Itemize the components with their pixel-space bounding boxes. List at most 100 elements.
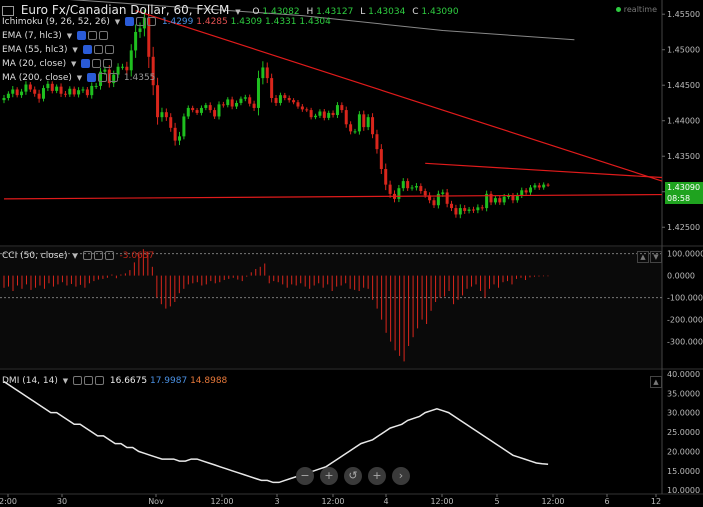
close-icon[interactable] bbox=[98, 31, 108, 40]
dmi-tick-label: 40.0000 bbox=[667, 370, 700, 379]
dropdown-icon[interactable]: ▼ bbox=[71, 60, 76, 68]
candle-body bbox=[287, 98, 291, 101]
visibility-icon[interactable] bbox=[82, 251, 92, 260]
candle-body bbox=[20, 91, 24, 96]
candle-body bbox=[441, 192, 445, 194]
visibility-icon[interactable] bbox=[81, 59, 91, 68]
dmi-tick-label: 20.0000 bbox=[667, 447, 700, 456]
candle-body bbox=[169, 117, 173, 128]
candle-body bbox=[72, 88, 76, 95]
symbol-dropdown-icon[interactable]: ▼ bbox=[235, 8, 240, 16]
visibility-icon[interactable] bbox=[76, 31, 86, 40]
ohlc-l-label: L bbox=[360, 7, 366, 17]
candle-body bbox=[129, 50, 133, 71]
candle-body bbox=[498, 198, 502, 203]
indicator-ichimoku[interactable]: Ichimoku (9, 26, 52, 26) ▼ 1.4299 1.4285… bbox=[2, 16, 331, 28]
candle-body bbox=[11, 89, 15, 94]
candle-body bbox=[292, 100, 296, 103]
dmi-tick-label: 15.0000 bbox=[667, 467, 700, 476]
dropdown-icon[interactable]: ▼ bbox=[77, 74, 82, 82]
candle-body bbox=[353, 131, 357, 133]
zoom-in-icon[interactable]: + bbox=[320, 467, 338, 485]
candle-body bbox=[283, 95, 287, 98]
candle-body bbox=[379, 149, 383, 170]
close-icon[interactable] bbox=[104, 45, 114, 54]
dmi-legend[interactable]: DMI (14, 14) ▼ 16.6675 17.9987 14.8988 bbox=[2, 375, 227, 387]
ichimoku-value-3: 1.4309 bbox=[230, 17, 263, 27]
trendline bbox=[425, 162, 663, 179]
candle-body bbox=[463, 208, 467, 211]
close-icon[interactable] bbox=[104, 251, 114, 260]
close-icon[interactable] bbox=[147, 17, 156, 26]
indicator-ma200[interactable]: MA (200, close) ▼ 1.4355 bbox=[2, 72, 155, 84]
dmi-tick-label: 35.0000 bbox=[667, 389, 700, 398]
dropdown-icon[interactable]: ▼ bbox=[115, 18, 120, 26]
dmi-tick-label: 30.0000 bbox=[667, 409, 700, 418]
pane-up-icon[interactable]: ▲ bbox=[650, 376, 662, 388]
candle-body bbox=[533, 185, 537, 188]
dropdown-icon[interactable]: ▼ bbox=[72, 46, 77, 54]
candle-body bbox=[15, 89, 19, 96]
symbol-title[interactable]: Euro Fx/Canadian Dollar, 60, FXCM bbox=[21, 3, 230, 17]
pane-down-icon[interactable]: ▼ bbox=[650, 251, 662, 263]
settings-icon[interactable] bbox=[92, 59, 102, 68]
indicator-ma20[interactable]: MA (20, close) ▼ bbox=[2, 58, 113, 70]
visibility-icon[interactable] bbox=[82, 45, 92, 54]
candle-body bbox=[502, 196, 506, 203]
time-tick-label: 30 bbox=[57, 497, 67, 506]
candle-body bbox=[397, 188, 401, 199]
candle-body bbox=[520, 190, 524, 196]
indicator-label: MA (200, close) bbox=[2, 73, 72, 83]
candle-body bbox=[120, 66, 124, 68]
add-icon[interactable]: + bbox=[368, 467, 386, 485]
cci-value: -3.0637 bbox=[119, 251, 155, 261]
time-tick-label: 3 bbox=[274, 497, 279, 506]
cci-tick-label: 0.0000 bbox=[667, 272, 695, 281]
cci-pane-bg bbox=[0, 247, 662, 368]
settings-icon[interactable] bbox=[93, 45, 103, 54]
candle-body bbox=[274, 98, 278, 103]
dmi-plus-value: 17.9987 bbox=[149, 376, 188, 386]
candle-body bbox=[156, 85, 160, 118]
close-icon[interactable] bbox=[109, 73, 119, 82]
indicator-ema7[interactable]: EMA (7, hlc3) ▼ bbox=[2, 30, 108, 42]
reset-icon[interactable]: ↺ bbox=[344, 467, 362, 485]
candle-body bbox=[221, 104, 225, 106]
time-tick-label: 5 bbox=[494, 497, 499, 506]
candle-body bbox=[542, 184, 546, 188]
settings-icon[interactable] bbox=[87, 31, 97, 40]
close-icon[interactable] bbox=[95, 376, 104, 385]
close-icon[interactable] bbox=[103, 59, 113, 68]
ma200-value: 1.4355 bbox=[123, 73, 156, 83]
settings-icon[interactable] bbox=[84, 376, 93, 385]
pane-up-icon[interactable]: ▲ bbox=[637, 251, 649, 263]
settings-icon[interactable] bbox=[98, 73, 108, 82]
settings-icon[interactable] bbox=[93, 251, 103, 260]
candle-body bbox=[344, 110, 348, 125]
candle-body bbox=[235, 102, 239, 107]
candle-body bbox=[406, 181, 410, 189]
candle-body bbox=[265, 67, 269, 79]
candle-body bbox=[28, 84, 32, 90]
indicator-ema55[interactable]: EMA (55, hlc3) ▼ bbox=[2, 44, 114, 56]
candle-body bbox=[296, 102, 300, 107]
visibility-icon[interactable] bbox=[125, 17, 134, 26]
visibility-icon[interactable] bbox=[73, 376, 82, 385]
visibility-icon[interactable] bbox=[87, 73, 97, 82]
dropdown-icon[interactable]: ▼ bbox=[72, 252, 77, 260]
candle-body bbox=[164, 112, 168, 118]
dropdown-icon[interactable]: ▼ bbox=[63, 377, 68, 385]
candle-body bbox=[252, 103, 256, 108]
candle-body bbox=[371, 117, 375, 135]
cci-label: CCI (50, close) bbox=[2, 251, 68, 261]
candle-body bbox=[199, 107, 203, 113]
dropdown-icon[interactable]: ▼ bbox=[67, 32, 72, 40]
cci-legend[interactable]: CCI (50, close) ▼ -3.0637 bbox=[2, 250, 154, 262]
candle-body bbox=[537, 185, 541, 188]
settings-icon[interactable] bbox=[136, 17, 145, 26]
candle-body bbox=[388, 184, 392, 194]
pan-right-icon[interactable]: › bbox=[392, 467, 410, 485]
candle-body bbox=[6, 93, 10, 98]
price-tick-label: 1.45500 bbox=[667, 10, 700, 19]
zoom-out-icon[interactable]: − bbox=[296, 467, 314, 485]
